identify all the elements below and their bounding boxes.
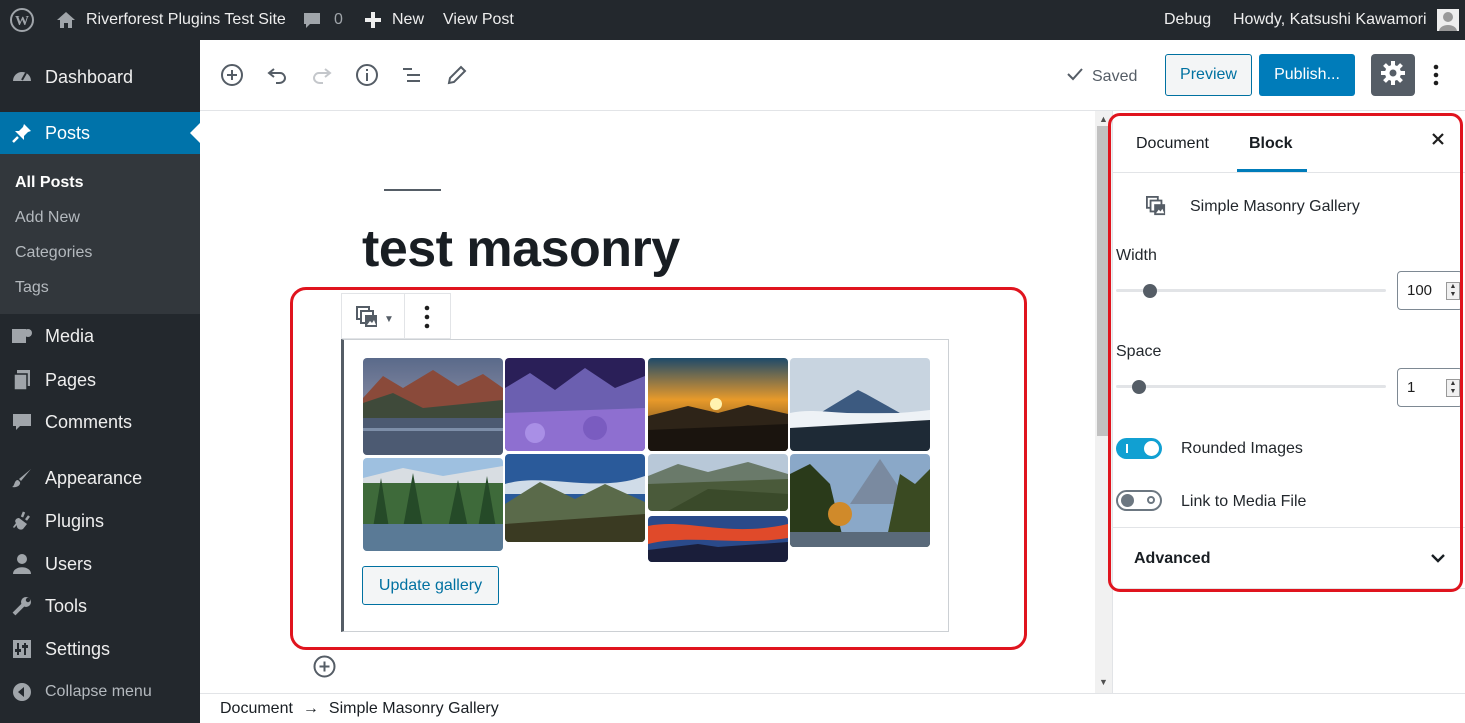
view-post-link[interactable]: View Post [443, 0, 514, 40]
post-title[interactable]: test masonry [362, 219, 680, 279]
sidebar-collapse-menu[interactable]: Collapse menu [0, 671, 200, 713]
sidebar-item-label: Plugins [45, 510, 105, 531]
dashboard-icon [11, 66, 33, 88]
publish-button[interactable]: Publish... [1259, 54, 1355, 96]
plus-icon [364, 11, 382, 29]
wrench-icon [11, 595, 33, 617]
edit-pencil-icon[interactable] [444, 62, 470, 88]
sidebar-item-label: Settings [45, 638, 111, 659]
gallery-image[interactable] [648, 358, 788, 451]
site-name: Riverforest Plugins Test Site [86, 11, 286, 28]
plugin-icon [11, 510, 33, 532]
sidebar-item-appearance[interactable]: Appearance [0, 457, 200, 499]
admin-bar: W Riverforest Plugins Test Site 0 New Vi… [0, 0, 1465, 40]
gallery-image[interactable] [790, 454, 930, 547]
breadcrumb-root[interactable]: Document [220, 700, 293, 718]
pin-icon [11, 122, 33, 144]
debug-link[interactable]: Debug [1164, 0, 1211, 40]
toolbar-divider [404, 294, 405, 338]
block-more-options-icon[interactable] [424, 305, 430, 334]
scroll-up-icon[interactable]: ▲ [1099, 114, 1108, 124]
sidebar-item-label: Users [45, 553, 93, 574]
svg-text:W: W [15, 14, 29, 29]
brush-icon [11, 467, 33, 489]
media-icon [11, 325, 33, 347]
undo-icon[interactable] [264, 62, 290, 88]
preview-button[interactable]: Preview [1165, 54, 1252, 96]
gallery-image[interactable] [505, 454, 645, 542]
submenu-categories[interactable]: Categories [15, 244, 92, 262]
sidebar-item-settings[interactable]: Settings [0, 628, 200, 670]
title-separator [384, 189, 441, 191]
sidebar-item-label: Pages [45, 369, 97, 390]
pages-icon [11, 369, 33, 391]
gallery-block-icon [356, 306, 378, 333]
comments-count: 0 [334, 11, 343, 28]
gallery-image[interactable] [648, 516, 788, 562]
new-content-link[interactable]: New [364, 0, 424, 40]
sliders-icon [11, 638, 33, 660]
comment-bubble-icon [302, 10, 322, 30]
sidebar-item-label: Comments [45, 411, 133, 432]
submenu-add-new[interactable]: Add New [15, 209, 80, 227]
submenu-all-posts[interactable]: All Posts [15, 174, 83, 192]
new-label: New [392, 11, 425, 28]
submenu-tags[interactable]: Tags [15, 279, 49, 297]
sidebar-item-media[interactable]: Media [0, 315, 200, 357]
sidebar-item-dashboard[interactable]: Dashboard [0, 56, 200, 98]
sidebar-item-pages[interactable]: Pages [0, 359, 200, 401]
update-gallery-button[interactable]: Update gallery [362, 566, 499, 605]
saved-label: Saved [1092, 67, 1138, 85]
sidebar-item-label: Tools [45, 595, 88, 616]
highlight-box-settings [1108, 113, 1463, 592]
greeting: Howdy, Katsushi Kawamori [1233, 11, 1427, 28]
sidebar-item-label: Collapse menu [45, 683, 152, 700]
scroll-down-icon[interactable]: ▼ [1099, 677, 1108, 687]
block-toolbar: ▼ [341, 293, 451, 339]
wordpress-logo-icon[interactable]: W [10, 0, 34, 40]
editor-toolbar: Saved Preview Publish... [200, 40, 1465, 111]
gallery-image[interactable] [505, 358, 645, 451]
sidebar-item-label: Appearance [45, 467, 143, 488]
sidebar-item-plugins[interactable]: Plugins [0, 500, 200, 542]
gallery-image[interactable] [363, 458, 503, 551]
block-breadcrumb: Document → Simple Masonry Gallery [200, 693, 1465, 723]
home-icon [56, 10, 76, 30]
sidebar-item-tools[interactable]: Tools [0, 585, 200, 627]
add-block-icon[interactable] [219, 62, 245, 88]
chevron-down-icon: ▼ [384, 314, 394, 325]
checkmark-icon [1066, 65, 1084, 88]
gear-icon [1380, 60, 1406, 91]
sidebar-item-comments[interactable]: Comments [0, 401, 200, 443]
settings-toggle-button[interactable] [1371, 54, 1415, 96]
gallery-image[interactable] [648, 454, 788, 511]
comments-link[interactable]: 0 [302, 0, 343, 40]
sidebar-item-label: Posts [45, 122, 91, 143]
gallery-image[interactable] [363, 358, 503, 455]
sidebar-item-label: Media [45, 325, 95, 346]
block-navigation-icon[interactable] [399, 62, 425, 88]
posts-submenu: All Posts Add New Categories Tags [0, 154, 200, 314]
avatar [1436, 9, 1459, 31]
gallery-image[interactable] [790, 358, 930, 451]
more-options-icon[interactable] [1426, 62, 1446, 88]
sidebar-item-label: Dashboard [45, 66, 134, 87]
breadcrumb-separator: → [302, 699, 319, 717]
sidebar-item-users[interactable]: Users [0, 543, 200, 585]
collapse-icon [11, 681, 33, 703]
add-block-below-icon[interactable] [313, 655, 336, 678]
sidebar-item-posts[interactable]: Posts [0, 112, 200, 154]
saved-status: Saved [1066, 65, 1137, 88]
account-menu[interactable]: Howdy, Katsushi Kawamori [1233, 0, 1459, 40]
site-home-link[interactable]: Riverforest Plugins Test Site [56, 0, 286, 40]
block-switcher[interactable]: ▼ [356, 306, 394, 333]
comment-icon [11, 411, 33, 433]
redo-icon[interactable] [309, 62, 335, 88]
user-icon [11, 553, 33, 575]
breadcrumb-current[interactable]: Simple Masonry Gallery [329, 700, 499, 718]
info-icon[interactable] [354, 62, 380, 88]
admin-sidebar: Dashboard Posts All Posts Add New Catego… [0, 40, 200, 723]
